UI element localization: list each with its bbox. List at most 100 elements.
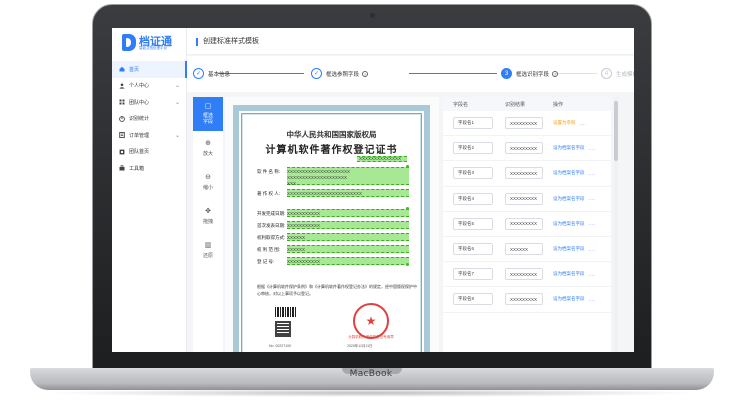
tool-reset[interactable]: ▥ 还原 <box>193 233 223 267</box>
more-options[interactable]: .... <box>580 121 587 126</box>
certificate-heading: 中华人民共和国国家版权局 <box>286 130 377 139</box>
sidebar-item-toolbox[interactable]: 工具箱 <box>112 160 187 177</box>
scrollbar[interactable] <box>614 97 618 352</box>
more-options[interactable]: .... <box>589 247 596 252</box>
step-label: 框选识别字段 <box>516 71 550 78</box>
camera-icon <box>370 13 375 18</box>
step-label: 框选参照字段 <box>326 71 360 78</box>
move-icon: ✥ <box>205 207 211 215</box>
step-label: 生成模板 <box>616 71 634 78</box>
team-home-icon <box>119 149 125 155</box>
scrollbar-thumb[interactable] <box>614 101 618 161</box>
certificate-number: No. 00227100 <box>269 344 291 348</box>
order-icon <box>119 132 125 139</box>
step-connector <box>218 73 304 74</box>
seal-text: 计算机软件著作权登记专用章 <box>348 335 394 339</box>
highlight-box[interactable] <box>287 245 409 253</box>
more-options[interactable]: .... <box>589 221 596 226</box>
set-archive-name-link[interactable]: 设为档案名字段 <box>553 246 585 252</box>
field-result-input[interactable]: XXXXXXXXX <box>505 268 543 281</box>
field-result-input[interactable]: XXXXXXXXX <box>505 217 543 230</box>
document-viewer[interactable]: 中华人民共和国国家版权局 计算机软件著作权登记证书 XXXXXXXXXXXXXX… <box>225 97 439 352</box>
sidebar-item-label: 首页 <box>129 66 140 73</box>
chevron-down-icon: ⌄ <box>174 99 180 106</box>
certificate-image: 中华人民共和国国家版权局 计算机软件著作权登记证书 XXXXXXXXXXXXXX… <box>233 105 430 352</box>
sidebar-item-recognition-stats[interactable]: 识别统计 <box>112 111 187 128</box>
tool-drag[interactable]: ✥ 拖拽 <box>193 199 223 233</box>
highlight-box[interactable] <box>287 233 409 241</box>
resize-handle[interactable] <box>406 165 409 168</box>
page-title: 创建标准样式模板 <box>196 38 259 46</box>
field-result-input[interactable]: XXXXXXXXX <box>505 117 543 130</box>
step-recognition-fields[interactable]: 3 框选识别字段 ? <box>501 68 559 79</box>
resize-handle[interactable] <box>406 263 409 266</box>
certificate-row: 权 利 范 围: XXXXXX <box>257 247 306 252</box>
sidebar-item-team-center[interactable]: 团队中心 ⌄ <box>112 94 187 111</box>
official-seal-icon: ★ <box>353 303 389 339</box>
zoom-out-icon: ⊖ <box>205 173 211 181</box>
set-reference-link[interactable]: 设置为参照 <box>553 120 576 126</box>
field-name-input[interactable]: 字段名3 <box>453 167 493 180</box>
field-result-input[interactable]: XXXXXXXXX <box>505 293 543 306</box>
step-label: 基本信息 <box>208 71 231 78</box>
tool-zoom-out[interactable]: ⊖ 缩小 <box>193 165 223 199</box>
field-name-input[interactable]: 字段名1 <box>453 117 493 130</box>
set-archive-name-link[interactable]: 设为档案名字段 <box>553 221 585 227</box>
set-archive-name-link[interactable]: 设为档案名字段 <box>553 170 585 176</box>
set-archive-name-link[interactable]: 设为档案名字段 <box>553 196 585 202</box>
tool-zoom-in[interactable]: ⊕ 放大 <box>193 131 223 165</box>
more-options[interactable]: .... <box>589 171 596 176</box>
team-icon <box>119 99 125 105</box>
table-row: 字段名1 XXXXXXXXX 设置为参照 .... <box>443 111 611 137</box>
step-number-badge: 4 <box>601 68 612 79</box>
reset-icon: ▥ <box>204 241 212 249</box>
set-archive-name-link[interactable]: 设为档案名字段 <box>553 271 585 277</box>
certificate-top-value: XXXXXXXXXXXXXX <box>359 156 402 161</box>
step-reference-fields[interactable]: ✓ 框选参照字段 ? <box>311 68 369 79</box>
tool-label: 放大 <box>202 150 213 157</box>
table-row: 字段名4 XXXXXXXXX 设为档案名字段 .... <box>443 187 611 212</box>
field-result-input[interactable]: XXXXXXXXX <box>505 192 543 205</box>
sidebar-item-label: 识别统计 <box>129 116 150 123</box>
certificate-row: 开发完成日期: XXXXXXXXXXX <box>257 211 321 216</box>
sidebar-item-orders[interactable]: 订单管理 ⌄ <box>112 127 187 144</box>
more-options[interactable]: .... <box>589 272 596 277</box>
qr-code-image <box>275 321 291 337</box>
sidebar-item-team-home[interactable]: 团队首页 <box>112 144 187 161</box>
help-icon[interactable]: ? <box>552 70 559 77</box>
step-basic-info[interactable]: ✓ 基本信息 <box>193 68 230 79</box>
field-result-input[interactable]: XXXXXX <box>505 243 543 256</box>
tool-label: 框选字段 <box>202 113 213 125</box>
field-name-input[interactable]: 字段名4 <box>453 192 493 205</box>
more-options[interactable]: .... <box>589 146 596 151</box>
tool-label: 拖拽 <box>202 218 213 225</box>
resize-handle[interactable] <box>406 207 409 210</box>
barcode-image <box>275 307 297 317</box>
set-archive-name-link[interactable]: 设为档案名字段 <box>553 145 585 151</box>
field-name-input[interactable]: 字段名2 <box>453 142 493 155</box>
zoom-in-icon: ⊕ <box>205 139 211 147</box>
tool-select-field[interactable]: ▢ 框选字段 <box>193 97 223 131</box>
sidebar-item-personal-center[interactable]: 个人中心 ⌄ <box>112 78 187 95</box>
field-result-input[interactable]: XXXXXXXXX <box>505 167 543 180</box>
field-name-input[interactable]: 字段名6 <box>453 243 493 256</box>
set-archive-name-link[interactable]: 设为档案名字段 <box>553 296 585 302</box>
field-result-input[interactable]: XXXXXXXXX <box>505 142 543 155</box>
step-generate-template[interactable]: 4 生成模板 <box>601 68 634 79</box>
column-header: 识别结果 <box>505 101 526 108</box>
more-options[interactable]: .... <box>589 196 596 201</box>
wizard-steps: ✓ 基本信息 ✓ 框选参照字段 ? 3 框选识别字段 ? 4 生成模板 <box>187 56 634 92</box>
app-logo[interactable]: 档证通 智能文档处理平台 <box>122 33 182 53</box>
user-icon <box>119 83 125 89</box>
sidebar-item-home[interactable]: 首页 <box>112 61 187 78</box>
step-connector <box>555 73 597 74</box>
step-number-badge: 3 <box>501 68 512 79</box>
field-name-input[interactable]: 字段名8 <box>453 293 493 306</box>
sidebar-item-label: 工具箱 <box>129 165 145 172</box>
field-name-input[interactable]: 字段名5 <box>453 217 493 230</box>
help-icon[interactable]: ? <box>362 70 369 77</box>
certificate-title: 计算机软件著作权登记证书 <box>265 145 398 156</box>
field-name-input[interactable]: 字段名7 <box>453 268 493 281</box>
more-options[interactable]: .... <box>589 297 596 302</box>
table-row: 字段名5 XXXXXXXXX 设为档案名字段 .... <box>443 212 611 237</box>
